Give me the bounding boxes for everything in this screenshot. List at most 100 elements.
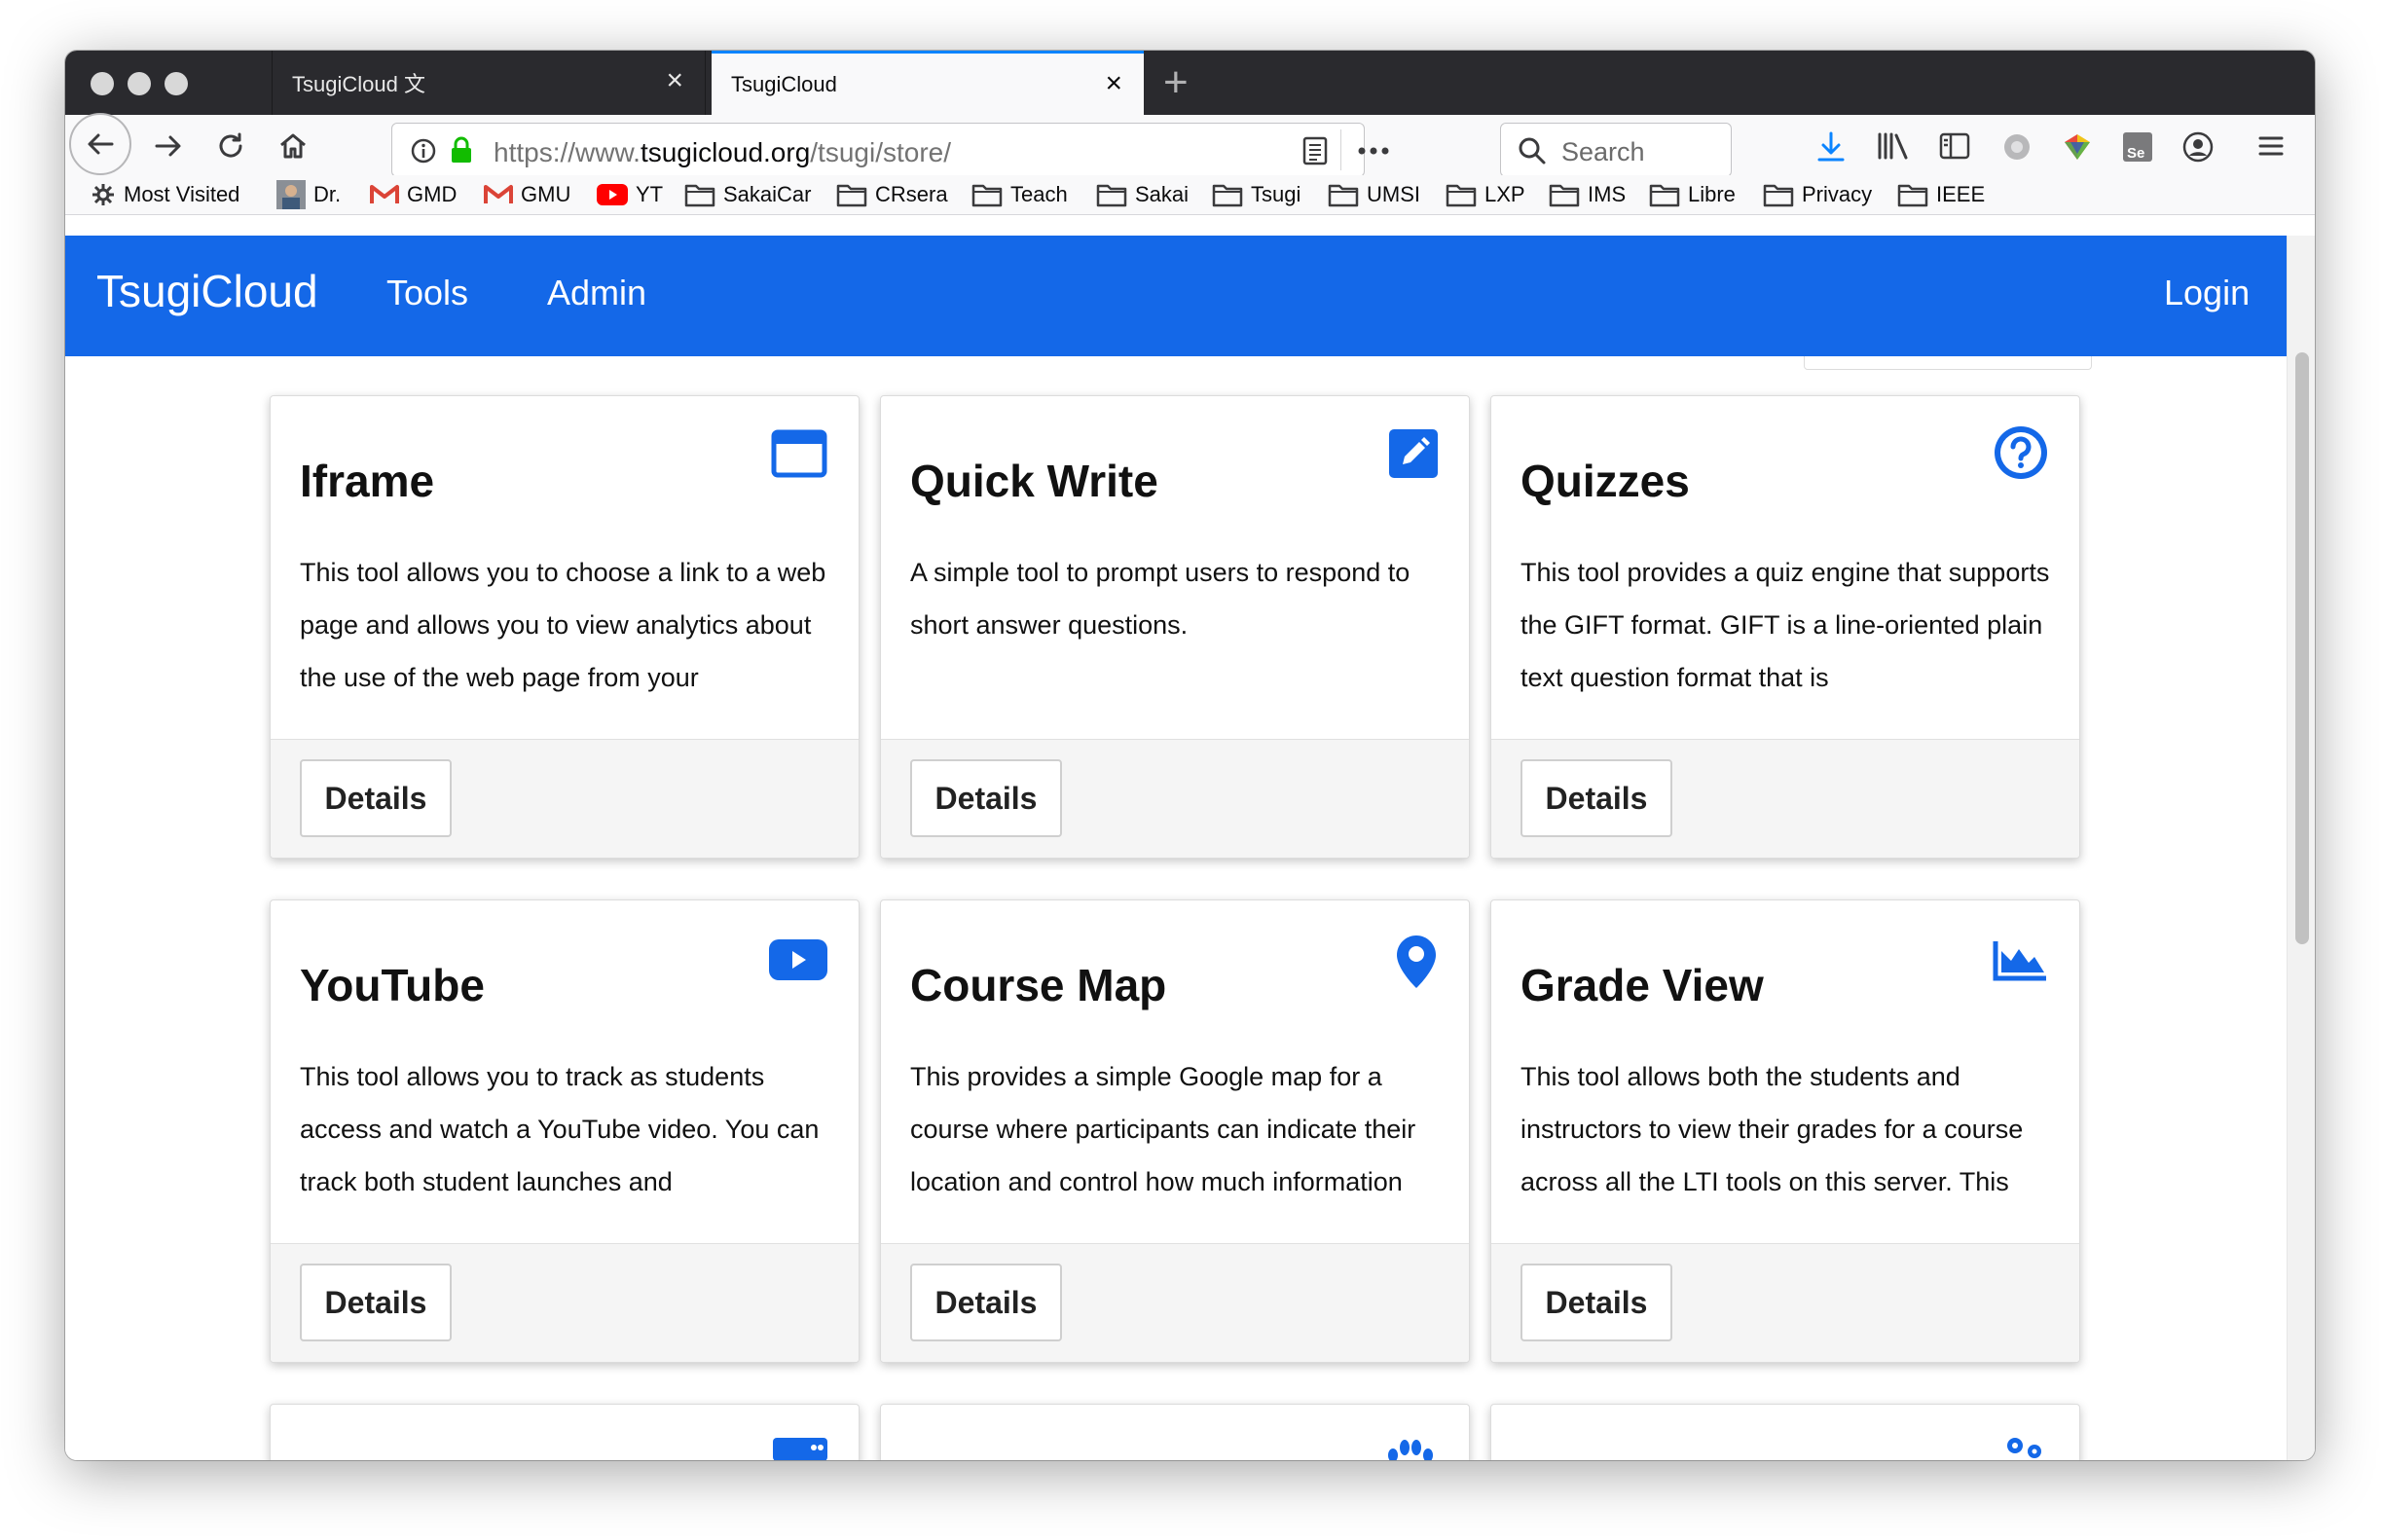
bookmark-yt[interactable]: YT <box>597 175 663 214</box>
forward-button[interactable] <box>147 125 190 167</box>
tab-active[interactable]: TsugiCloud × <box>712 51 1144 115</box>
url-bar[interactable]: https://www.tsugicloud.org/tsugi/store/ <box>391 123 1389 177</box>
bookmark-folder-tsugi[interactable]: Tsugi <box>1212 175 1300 214</box>
bookmark-label: IEEE <box>1936 182 1986 206</box>
bookmark-label: GMU <box>521 182 571 206</box>
details-button[interactable]: Details <box>1520 759 1672 837</box>
tab-inactive[interactable]: TsugiCloud 文 × <box>272 51 706 115</box>
bookmark-gmd[interactable]: GMD <box>370 175 457 214</box>
details-button[interactable]: Details <box>910 1264 1062 1341</box>
library-icon[interactable] <box>1876 130 1911 162</box>
details-button[interactable]: Details <box>910 759 1062 837</box>
tool-card-iframe: Iframe This tool allows you to choose a … <box>270 395 860 859</box>
bookmark-gmu[interactable]: GMU <box>484 175 570 214</box>
details-button[interactable]: Details <box>1520 1264 1672 1341</box>
scrollbar-thumb[interactable] <box>2295 352 2309 944</box>
bookmark-folder-teach[interactable]: Teach <box>971 175 1068 214</box>
bookmark-folder-privacy[interactable]: Privacy <box>1763 175 1872 214</box>
zoom-window-button[interactable] <box>165 72 188 95</box>
color-extension-icon[interactable] <box>2061 130 2094 164</box>
selenium-icon[interactable]: Se <box>2121 130 2154 164</box>
bookmark-folder-sakai[interactable]: Sakai <box>1096 175 1189 214</box>
card-description: This tool allows both the students and i… <box>1520 1062 2024 1196</box>
new-tab-icon[interactable]: + <box>1163 58 1189 107</box>
tab-strip: TsugiCloud 文 × TsugiCloud × + <box>65 51 2315 115</box>
bookmark-label: Libre <box>1688 182 1736 206</box>
bookmark-label: IMS <box>1588 182 1627 206</box>
pencil-square-icon <box>1389 429 1438 483</box>
home-button[interactable] <box>272 125 314 167</box>
nav-login[interactable]: Login <box>2164 273 2250 313</box>
tool-card-grade-view: Grade View This tool allows both the stu… <box>1490 899 2080 1363</box>
folder-icon <box>684 182 715 207</box>
download-icon[interactable] <box>1815 130 1847 164</box>
url-host: tsugicloud.org <box>640 137 811 167</box>
reload-button[interactable] <box>209 125 252 167</box>
card-description: This tool allows you to choose a link to… <box>300 558 826 692</box>
card-footer: Details <box>1491 739 2079 858</box>
account-icon[interactable] <box>2181 130 2215 164</box>
forward-arrow-icon <box>155 135 181 157</box>
info-icon[interactable] <box>410 137 437 165</box>
tab-title: TsugiCloud <box>731 71 837 96</box>
bookmark-label: CRsera <box>875 182 948 206</box>
tool-card-partial <box>880 1404 1470 1460</box>
home-icon <box>280 133 306 159</box>
gmail-icon <box>484 184 513 205</box>
url-text[interactable]: https://www.tsugicloud.org/tsugi/store/ <box>494 137 951 168</box>
page-scrollbar[interactable] <box>2287 236 2315 1460</box>
close-tab-icon[interactable]: × <box>1105 69 1122 98</box>
gear-icon <box>91 182 116 207</box>
tool-card-youtube: YouTube This tool allows you to track as… <box>270 899 860 1363</box>
bookmark-folder-crsera[interactable]: CRsera <box>836 175 948 214</box>
card-title: Quick Write <box>910 456 1158 506</box>
sidebar-icon[interactable] <box>1938 130 1971 162</box>
card-description: A simple tool to prompt users to respond… <box>910 558 1410 640</box>
close-tab-icon[interactable]: × <box>666 66 683 95</box>
bookmark-label: UMSI <box>1367 182 1420 206</box>
bookmark-label: Tsugi <box>1251 182 1301 206</box>
details-button[interactable]: Details <box>300 1264 452 1341</box>
reader-view-icon[interactable] <box>1301 135 1329 166</box>
minimize-window-button[interactable] <box>128 72 151 95</box>
search-bar[interactable]: Search <box>1500 123 1732 177</box>
card-description: This provides a simple Google map for a … <box>910 1062 1416 1196</box>
bookmark-label: SakaiCar <box>723 182 812 206</box>
bookmark-most-visited[interactable]: Most Visited <box>91 175 239 214</box>
map-marker-icon <box>1395 934 1438 995</box>
card-title: Grade View <box>1520 960 1764 1010</box>
back-button[interactable] <box>69 113 131 175</box>
nav-tools[interactable]: Tools <box>386 273 468 313</box>
reload-icon <box>219 132 242 158</box>
site-brand[interactable]: TsugiCloud <box>96 265 318 317</box>
bookmark-folder-ims[interactable]: IMS <box>1549 175 1626 214</box>
extension-gear-icon[interactable] <box>2000 130 2033 164</box>
bookmark-folder-ieee[interactable]: IEEE <box>1897 175 1985 214</box>
card-title: YouTube <box>300 960 485 1010</box>
menu-icon[interactable] <box>2257 132 2285 160</box>
page-actions-icon[interactable] <box>1356 145 1391 157</box>
folder-icon <box>1763 182 1794 207</box>
card-title: Course Map <box>910 960 1167 1010</box>
close-window-button[interactable] <box>91 72 114 95</box>
bookmark-folder-umsi[interactable]: UMSI <box>1328 175 1420 214</box>
bookmark-label: Dr. <box>313 182 342 206</box>
window-icon <box>771 429 827 483</box>
lock-icon[interactable] <box>449 135 474 165</box>
server-icon <box>773 1438 827 1460</box>
bookmark-folder-libre[interactable]: Libre <box>1649 175 1736 214</box>
tool-card-partial <box>270 1404 860 1460</box>
details-button[interactable]: Details <box>300 759 452 837</box>
bookmark-label: Teach <box>1010 182 1068 206</box>
bookmark-label: LXP <box>1484 182 1525 206</box>
nav-admin[interactable]: Admin <box>547 273 646 313</box>
card-footer: Details <box>271 1243 859 1362</box>
bookmark-folder-lxp[interactable]: LXP <box>1446 175 1525 214</box>
card-description: This tool provides a quiz engine that su… <box>1520 558 2050 692</box>
bookmark-dr[interactable]: Dr. <box>276 175 341 214</box>
browser-window: TsugiCloud 文 × TsugiCloud × + https://ww… <box>65 51 2315 1460</box>
gmail-icon <box>370 184 399 205</box>
folder-icon <box>836 182 867 207</box>
site-navbar: TsugiCloud Tools Admin Login <box>65 236 2287 356</box>
bookmark-folder-sakaicar[interactable]: SakaiCar <box>684 175 811 214</box>
